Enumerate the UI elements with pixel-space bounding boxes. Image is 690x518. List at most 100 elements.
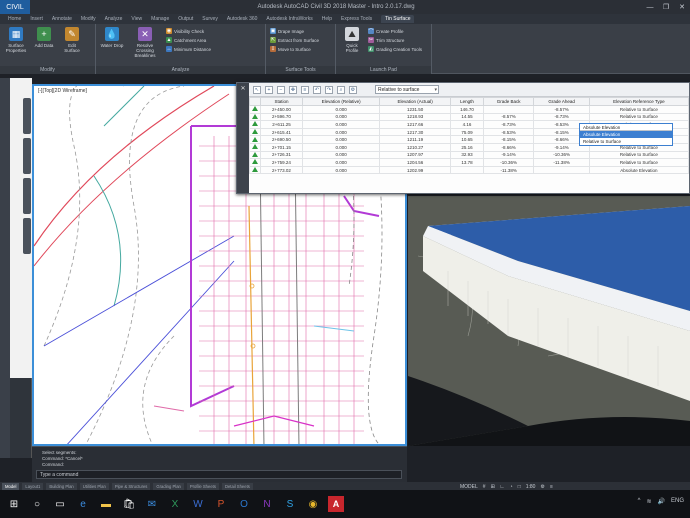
table-cell[interactable]: 0.000: [301, 142, 381, 152]
ribbon-tab-autodesk-360[interactable]: Autodesk 360: [227, 16, 258, 22]
table-cell[interactable]: -8.57%: [482, 112, 535, 122]
table-cell[interactable]: Relative to Surface: [588, 158, 690, 167]
edit-surface-button[interactable]: ✎ Edit Surface: [60, 27, 84, 71]
table-cell[interactable]: 1210.27: [379, 142, 451, 152]
powerpoint-icon[interactable]: P: [213, 496, 229, 512]
close-icon[interactable]: ✕: [239, 85, 247, 93]
outlook-icon[interactable]: O: [236, 496, 252, 512]
resolve-crossing-breaklines-button[interactable]: ✕ Resolve Crossing Breaklines: [128, 27, 162, 71]
dropdown-option-absolute[interactable]: Absolute Elevation: [580, 131, 672, 138]
quick-profile-button[interactable]: ⛰ Quick Profile: [340, 27, 364, 71]
table-cell[interactable]: 2+615.41: [260, 127, 303, 137]
palette-tab-prospector[interactable]: [23, 98, 31, 134]
visibility-check-button[interactable]: ◉ Visibility Check: [166, 28, 211, 34]
table-cell[interactable]: 1231.50: [379, 105, 451, 114]
language-indicator[interactable]: ENG: [671, 498, 684, 505]
table-row[interactable]: 2+726.31 0.000 1207.97 32.93 -9.14% -10.36% Re…: [249, 150, 690, 160]
table-cell[interactable]: Relative to Surface: [588, 150, 690, 160]
ribbon-tab-survey[interactable]: Survey: [202, 16, 218, 22]
layout-tab-layout1[interactable]: Layout1: [22, 482, 44, 490]
dropdown-current-value[interactable]: Absolute Elevation: [580, 124, 672, 131]
table-cell[interactable]: 1218.93: [379, 112, 451, 122]
palette-tab-settings[interactable]: [23, 138, 31, 174]
table-cell[interactable]: 2+773.02: [260, 165, 303, 175]
viewport-controls-label[interactable]: [-][Top][2D Wireframe]: [38, 88, 87, 94]
palette-tab-toolbox[interactable]: [23, 218, 31, 254]
table-cell[interactable]: 2+690.50: [260, 135, 303, 144]
layout-tab-utilities-plan[interactable]: Utilities Plan: [79, 482, 109, 490]
create-profile-button[interactable]: ⌒ Create Profile: [368, 28, 422, 35]
table-cell[interactable]: 25.16: [450, 142, 484, 152]
table-cell[interactable]: 10.65: [450, 135, 484, 144]
ribbon-tab-help[interactable]: Help: [322, 16, 332, 22]
move-to-surface-button[interactable]: ⇩ Move to Surface: [270, 46, 319, 52]
table-cell[interactable]: 1202.99: [379, 165, 451, 175]
trim-structure-button[interactable]: ✂ Trim Structure: [368, 37, 422, 43]
table-cell[interactable]: 32.93: [450, 150, 484, 160]
move-pvi-icon[interactable]: ✥: [289, 85, 297, 94]
table-cell[interactable]: 2+726.31: [260, 150, 303, 160]
table-cell[interactable]: 2+759.24: [260, 158, 303, 167]
column-header-elevation-reference[interactable]: Elevation Reference Type: [588, 97, 690, 106]
layout-tab-pipe-structures[interactable]: Pipe & Structures: [111, 482, 151, 490]
panel-footer-analyze[interactable]: Analyze: [96, 66, 265, 74]
task-view-icon[interactable]: ▭: [52, 496, 68, 512]
table-cell[interactable]: -8.66%: [482, 142, 535, 152]
table-cell[interactable]: 0.000: [301, 158, 381, 167]
autocad-icon[interactable]: A: [328, 496, 344, 512]
search-icon[interactable]: ○: [29, 496, 45, 512]
layout-tab-building-plan[interactable]: Building Plan: [46, 482, 77, 490]
table-cell[interactable]: 0.000: [301, 105, 381, 114]
settings-icon[interactable]: ⚙: [349, 85, 357, 94]
table-row[interactable]: 2+450.00 0.000 1231.50 146.70 -8.57% Relative…: [249, 105, 690, 114]
zoom-icon[interactable]: ⌕: [337, 85, 345, 94]
table-cell[interactable]: 14.55: [450, 112, 484, 122]
layout-tab-profile-sheets[interactable]: Profile Sheets: [186, 482, 219, 490]
ribbon-tab-home[interactable]: Home: [8, 16, 21, 22]
minimum-distance-button[interactable]: ↔ Minimum Distance: [166, 46, 211, 52]
table-cell[interactable]: 1204.56: [379, 158, 451, 167]
table-cell[interactable]: 1217.30: [379, 127, 451, 137]
table-cell[interactable]: 75.09: [450, 127, 484, 137]
table-cell[interactable]: 0.000: [301, 112, 381, 122]
relative-to-surface-select[interactable]: Relative to surface ▾: [375, 85, 439, 94]
water-drop-button[interactable]: 💧 Water Drop: [100, 27, 124, 71]
word-icon[interactable]: W: [190, 496, 206, 512]
table-cell[interactable]: -11.38%: [533, 158, 590, 167]
insert-pvi-icon[interactable]: +: [265, 85, 273, 94]
ribbon-tab-analyze[interactable]: Analyze: [105, 16, 123, 22]
table-cell[interactable]: -10.36%: [482, 158, 535, 167]
volume-icon[interactable]: 🔊: [658, 498, 665, 505]
explorer-icon[interactable]: ▬: [98, 496, 114, 512]
table-cell[interactable]: -10.36%: [533, 150, 590, 160]
command-input[interactable]: Type a command: [36, 470, 402, 479]
column-header-station[interactable]: Station: [260, 97, 303, 106]
table-row[interactable]: 2+596.70 0.000 1218.93 14.55 -8.57% -8.73% Rel…: [249, 112, 690, 122]
palette-tab-survey[interactable]: [23, 178, 31, 214]
table-cell[interactable]: 0.000: [301, 135, 381, 144]
store-icon[interactable]: 🛍: [121, 496, 137, 512]
add-data-button[interactable]: + Add Data: [32, 27, 56, 71]
panel-footer-modify[interactable]: Modify: [0, 66, 95, 74]
column-header-length[interactable]: Length: [450, 97, 484, 106]
ribbon-tab-annotate[interactable]: Annotate: [52, 16, 72, 22]
ribbon-tab-insert[interactable]: Insert: [30, 16, 43, 22]
table-cell[interactable]: Relative to Surface: [588, 105, 690, 114]
table-cell[interactable]: 0.000: [301, 127, 381, 137]
grading-creation-tools-button[interactable]: ◭ Grading Creation Tools: [368, 46, 422, 52]
column-header-grade-ahead[interactable]: Grade Ahead: [533, 97, 590, 106]
select-pvi-icon[interactable]: ↖: [253, 85, 261, 94]
tray-expand-icon[interactable]: ^: [638, 498, 641, 505]
table-cell[interactable]: 13.78: [450, 158, 484, 167]
surface-properties-button[interactable]: ▦ Surface Properties: [4, 27, 28, 71]
layout-tab-detail-sheets[interactable]: Detail Sheets: [221, 482, 253, 490]
reference-type-dropdown[interactable]: Absolute Elevation Absolute Elevation Re…: [579, 123, 673, 146]
excel-icon[interactable]: X: [167, 496, 183, 512]
table-cell[interactable]: 0.000: [301, 120, 381, 129]
table-cell[interactable]: 4.16: [450, 120, 484, 129]
palette-title-strip[interactable]: [0, 78, 10, 458]
table-cell[interactable]: -11.38%: [482, 165, 535, 175]
layout-tab-grading-plan[interactable]: Grading Plan: [153, 482, 184, 490]
catchment-area-button[interactable]: ▲ Catchment Area: [166, 37, 211, 43]
table-cell[interactable]: -8.53%: [482, 127, 535, 137]
